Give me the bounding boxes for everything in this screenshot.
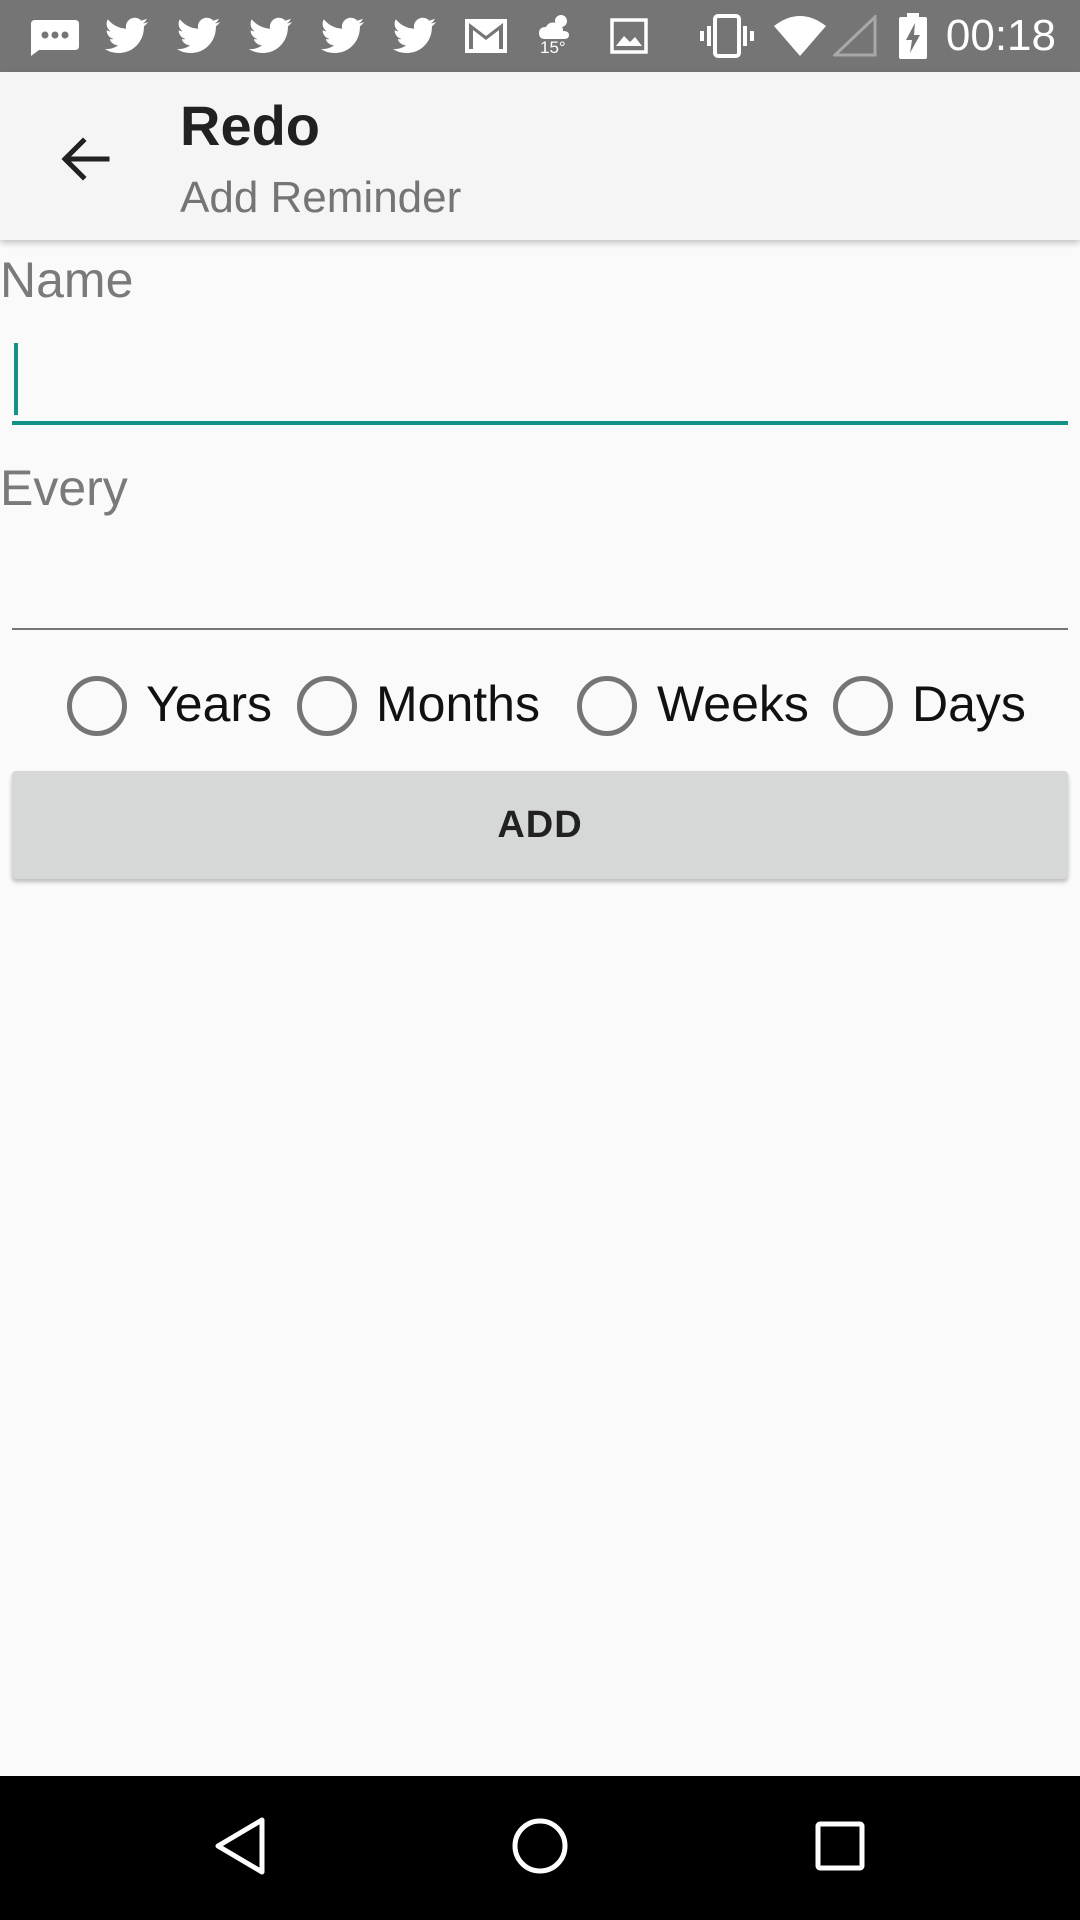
text-cursor	[14, 343, 18, 415]
radio-days[interactable]	[833, 676, 893, 736]
every-field[interactable]	[12, 540, 1068, 630]
app-subtitle: Add Reminder	[180, 173, 462, 222]
gmail-icon	[462, 14, 510, 58]
radio-days-label[interactable]: Days	[912, 674, 1026, 734]
nav-back-icon	[212, 1816, 268, 1881]
name-field[interactable]	[12, 335, 1068, 425]
radio-months[interactable]	[297, 676, 357, 736]
twitter-icon	[246, 14, 296, 58]
radio-months-label[interactable]: Months	[376, 674, 540, 734]
signal-icon	[832, 14, 878, 58]
temperature-text: 15°	[540, 38, 566, 57]
radio-years[interactable]	[67, 676, 127, 736]
radio-years-label[interactable]: Years	[146, 674, 272, 734]
every-label: Every	[0, 460, 128, 516]
app-title: Redo	[180, 94, 320, 157]
messages-icon	[28, 14, 82, 58]
twitter-icon	[318, 14, 368, 58]
status-bar: 15° 00:18	[0, 0, 1080, 72]
name-label: Name	[0, 252, 134, 308]
twitter-icon	[174, 14, 224, 58]
nav-recents-button[interactable]	[790, 1798, 890, 1898]
vibrate-icon	[698, 14, 756, 58]
wifi-icon	[772, 14, 828, 58]
back-button[interactable]	[40, 116, 130, 206]
nav-home-icon	[511, 1817, 569, 1880]
nav-recents-icon	[814, 1820, 866, 1877]
add-button[interactable]: ADD	[12, 771, 1068, 879]
radio-weeks-label[interactable]: Weeks	[657, 674, 809, 734]
interval-unit-group: Years Months Weeks Days	[0, 668, 1080, 748]
clock-time: 00:18	[945, 11, 1056, 60]
battery-charging-icon	[896, 13, 930, 59]
twitter-icon	[390, 14, 440, 58]
arrow-back-icon	[59, 133, 111, 190]
twitter-icon	[102, 14, 152, 58]
nav-back-button[interactable]	[190, 1798, 290, 1898]
radio-weeks[interactable]	[577, 676, 637, 736]
app-bar: Redo Add Reminder	[0, 72, 1080, 240]
nav-home-button[interactable]	[490, 1798, 590, 1898]
navigation-bar	[0, 1776, 1080, 1920]
gallery-icon	[606, 14, 652, 58]
